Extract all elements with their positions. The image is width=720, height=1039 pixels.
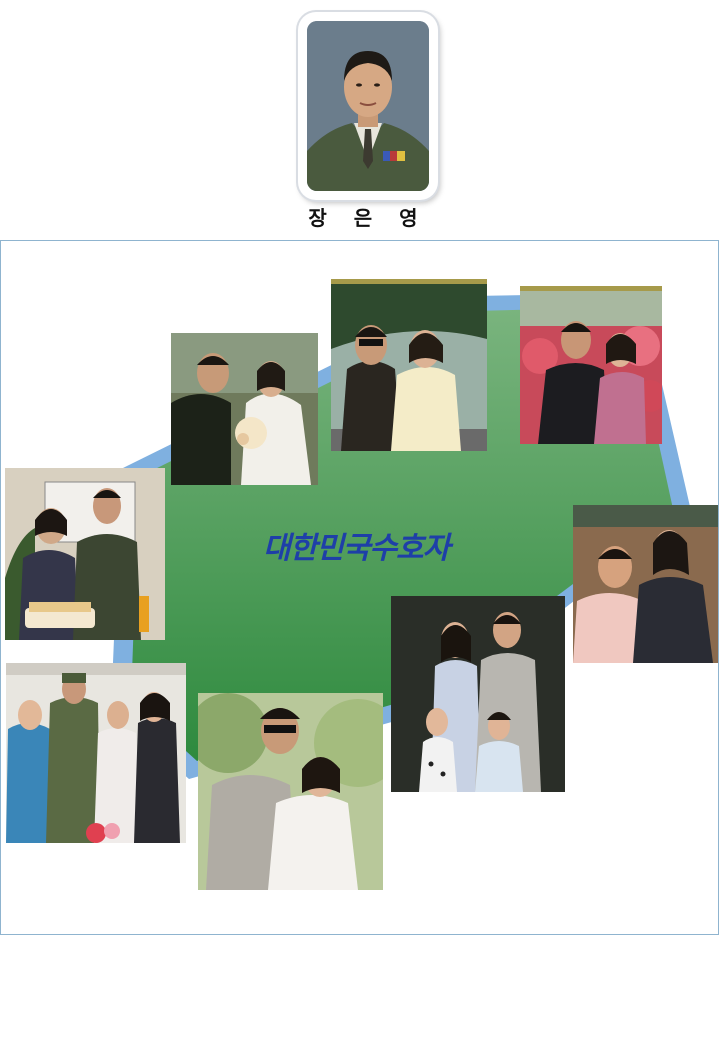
photo-family [391,596,565,792]
portrait-photo [307,21,429,191]
collage-panel: 대한민국수호자 [0,240,719,935]
portrait-frame [298,12,438,200]
photo-cake-cutting [5,468,165,640]
photo-group-event [6,663,186,843]
collage-title: 대한민국수호자 [263,531,450,566]
photo-couple-embrace [573,505,718,663]
portrait-name: 장 은 영 [308,206,428,230]
photo-couple-sunglasses [331,279,487,451]
photo-couple-flowers [520,286,662,444]
photo-couple-outdoors [198,693,383,890]
photo-wedding [171,333,318,485]
